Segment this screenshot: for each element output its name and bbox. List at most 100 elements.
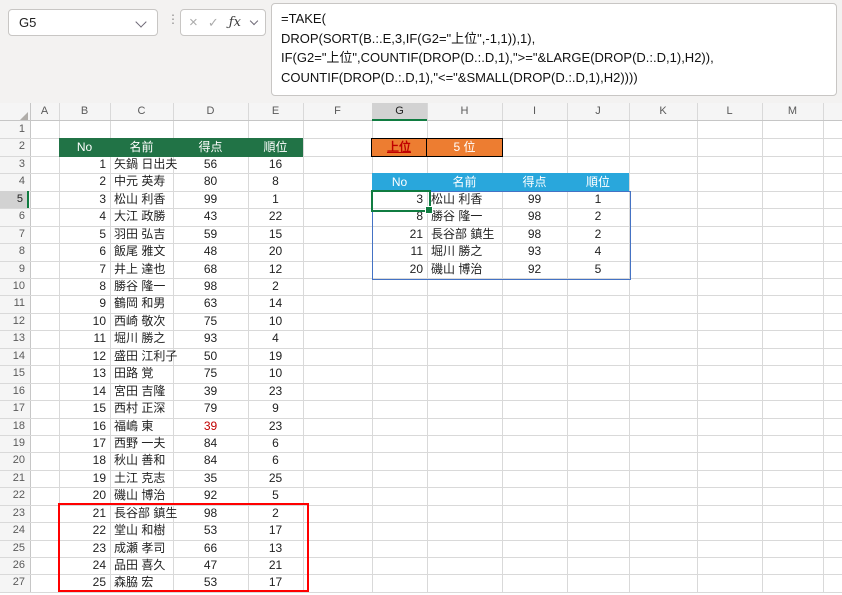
cell-name[interactable]: 秋山 善和 bbox=[110, 452, 173, 469]
cell-rank[interactable]: 25 bbox=[248, 470, 303, 487]
row-header-14[interactable]: 14 bbox=[0, 348, 29, 365]
row-header-6[interactable]: 6 bbox=[0, 208, 29, 225]
header-cell[interactable]: No bbox=[59, 138, 110, 156]
column-header-C[interactable]: C bbox=[110, 103, 173, 121]
column-header-F[interactable]: F bbox=[303, 103, 372, 121]
criteria-mode-cell[interactable]: 上位 bbox=[372, 139, 427, 156]
header-cell[interactable]: 順位 bbox=[248, 138, 303, 156]
cell-rank[interactable]: 16 bbox=[248, 156, 303, 173]
cell-score[interactable]: 39 bbox=[173, 383, 248, 400]
cell-no[interactable]: 16 bbox=[59, 418, 110, 435]
cell-name[interactable]: 土江 克志 bbox=[110, 470, 173, 487]
row-header-12[interactable]: 12 bbox=[0, 313, 29, 330]
row-header-10[interactable]: 10 bbox=[0, 278, 29, 295]
row-header-23[interactable]: 23 bbox=[0, 505, 29, 522]
cell-name[interactable]: 西村 正深 bbox=[110, 400, 173, 417]
cell-rank[interactable]: 14 bbox=[248, 295, 303, 312]
fill-handle[interactable] bbox=[425, 206, 433, 214]
cell-score[interactable]: 48 bbox=[173, 243, 248, 260]
formula-input[interactable]: =TAKE( DROP(SORT(B.:.E,3,IF(G2="上位",-1,1… bbox=[271, 3, 837, 96]
selected-cell-border[interactable] bbox=[371, 190, 431, 212]
row-header-7[interactable]: 7 bbox=[0, 226, 29, 243]
column-header-K[interactable]: K bbox=[629, 103, 697, 121]
row-header-1[interactable]: 1 bbox=[0, 121, 29, 138]
cell-score[interactable]: 35 bbox=[173, 470, 248, 487]
cell-rank[interactable]: 10 bbox=[248, 365, 303, 382]
cell-name[interactable]: 井上 達也 bbox=[110, 261, 173, 278]
cell-rank[interactable]: 1 bbox=[248, 191, 303, 208]
header-cell[interactable]: 名前 bbox=[427, 173, 502, 191]
row-header-13[interactable]: 13 bbox=[0, 330, 29, 347]
cell-name[interactable]: 西崎 敬次 bbox=[110, 313, 173, 330]
row-header-24[interactable]: 24 bbox=[0, 522, 29, 539]
cell-score[interactable]: 75 bbox=[173, 365, 248, 382]
cell-score[interactable]: 93 bbox=[173, 330, 248, 347]
cell-no[interactable]: 7 bbox=[59, 261, 110, 278]
row-header-27[interactable]: 27 bbox=[0, 574, 29, 591]
cell-rank[interactable]: 15 bbox=[248, 226, 303, 243]
enter-icon[interactable]: ✓ bbox=[208, 16, 219, 29]
cell-name[interactable]: 西野 一夫 bbox=[110, 435, 173, 452]
cell-score[interactable]: 43 bbox=[173, 208, 248, 225]
cell-name[interactable]: 羽田 弘吉 bbox=[110, 226, 173, 243]
chevron-down-icon[interactable] bbox=[250, 17, 258, 25]
cell-score[interactable]: 59 bbox=[173, 226, 248, 243]
cell-rank[interactable]: 22 bbox=[248, 208, 303, 225]
row-header-8[interactable]: 8 bbox=[0, 243, 29, 260]
column-header-J[interactable]: J bbox=[567, 103, 629, 121]
row-header-5[interactable]: 5 bbox=[0, 191, 29, 208]
cell-score[interactable]: 98 bbox=[173, 278, 248, 295]
row-header-4[interactable]: 4 bbox=[0, 173, 29, 190]
column-header-G[interactable]: G bbox=[372, 103, 427, 121]
cell-rank[interactable]: 6 bbox=[248, 452, 303, 469]
cell-rank[interactable]: 4 bbox=[248, 330, 303, 347]
cell-name[interactable]: 福嶋 東 bbox=[110, 418, 173, 435]
row-header-9[interactable]: 9 bbox=[0, 261, 29, 278]
row-header-3[interactable]: 3 bbox=[0, 156, 29, 173]
cell-rank[interactable]: 2 bbox=[248, 278, 303, 295]
cell-name[interactable]: 鶴岡 和男 bbox=[110, 295, 173, 312]
header-cell[interactable]: 順位 bbox=[567, 173, 629, 191]
cell-name[interactable]: 飯尾 雅文 bbox=[110, 243, 173, 260]
cell-score[interactable]: 56 bbox=[173, 156, 248, 173]
cell-no[interactable]: 13 bbox=[59, 365, 110, 382]
cell-rank[interactable]: 19 bbox=[248, 348, 303, 365]
column-header-E[interactable]: E bbox=[248, 103, 303, 121]
cell-no[interactable]: 6 bbox=[59, 243, 110, 260]
cell-score[interactable]: 39 bbox=[173, 418, 248, 435]
cell-name[interactable]: 中元 英寿 bbox=[110, 173, 173, 190]
cell-no[interactable]: 8 bbox=[59, 278, 110, 295]
row-header-2[interactable]: 2 bbox=[0, 138, 29, 155]
cell-name[interactable]: 盛田 江利子 bbox=[110, 348, 173, 365]
cell-score[interactable]: 63 bbox=[173, 295, 248, 312]
row-header-20[interactable]: 20 bbox=[0, 452, 29, 469]
cell-name[interactable]: 宮田 吉隆 bbox=[110, 383, 173, 400]
cell-rank[interactable]: 23 bbox=[248, 383, 303, 400]
cell-score[interactable]: 75 bbox=[173, 313, 248, 330]
cell-no[interactable]: 3 bbox=[59, 191, 110, 208]
row-header-18[interactable]: 18 bbox=[0, 418, 29, 435]
cell-score[interactable]: 80 bbox=[173, 173, 248, 190]
cell-name[interactable]: 堀川 勝之 bbox=[110, 330, 173, 347]
cell-no[interactable]: 4 bbox=[59, 208, 110, 225]
cell-score[interactable]: 79 bbox=[173, 400, 248, 417]
cell-no[interactable]: 10 bbox=[59, 313, 110, 330]
cell-rank[interactable]: 12 bbox=[248, 261, 303, 278]
cell-score[interactable]: 84 bbox=[173, 435, 248, 452]
cell-score[interactable]: 68 bbox=[173, 261, 248, 278]
column-header-D[interactable]: D bbox=[173, 103, 248, 121]
cell-no[interactable]: 2 bbox=[59, 173, 110, 190]
cell-name[interactable]: 松山 利香 bbox=[110, 191, 173, 208]
cell-rank[interactable]: 10 bbox=[248, 313, 303, 330]
cell-rank[interactable]: 8 bbox=[248, 173, 303, 190]
column-header-L[interactable]: L bbox=[697, 103, 762, 121]
row-header-17[interactable]: 17 bbox=[0, 400, 29, 417]
name-box[interactable]: G5 bbox=[8, 9, 158, 36]
cell-rank[interactable]: 9 bbox=[248, 400, 303, 417]
cell-name[interactable]: 大江 政勝 bbox=[110, 208, 173, 225]
cell-name[interactable]: 田路 覚 bbox=[110, 365, 173, 382]
cell-score[interactable]: 99 bbox=[173, 191, 248, 208]
insert-function-icon[interactable]: ƒx bbox=[229, 15, 241, 30]
cell-score[interactable]: 84 bbox=[173, 452, 248, 469]
cell-no[interactable]: 18 bbox=[59, 452, 110, 469]
